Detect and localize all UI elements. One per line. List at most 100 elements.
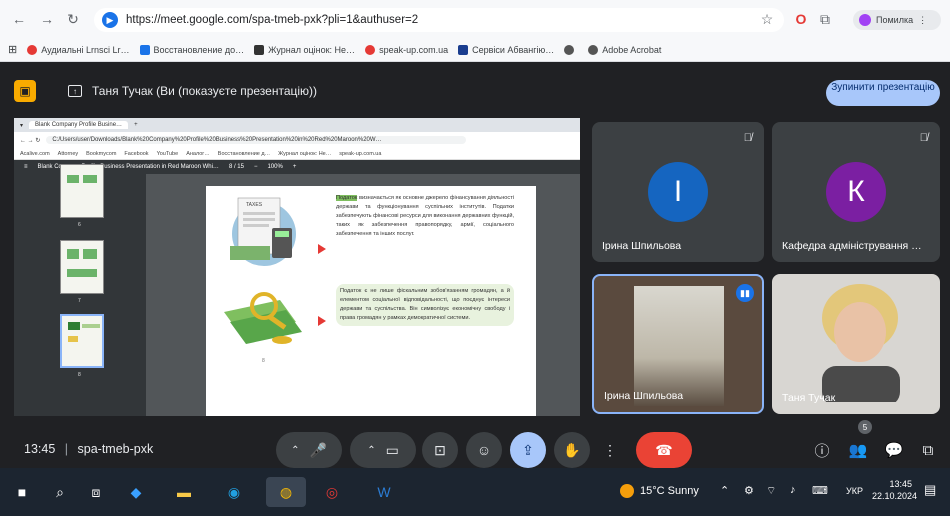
- thumbnail-number: 6: [78, 222, 81, 228]
- clock-date: 22.10.2024: [872, 491, 918, 501]
- raise-hand-button[interactable]: ✋: [554, 432, 590, 468]
- reload-icon[interactable]: ↻: [62, 8, 84, 30]
- file-explorer-icon[interactable]: ▬: [172, 480, 196, 504]
- inner-bookmark: Аналог…: [186, 150, 210, 157]
- thumbnail: [60, 240, 104, 294]
- participant-avatar: К: [826, 162, 886, 222]
- thumbnail-number: 7: [78, 298, 81, 304]
- participant-tile-self[interactable]: Таня Тучак: [772, 274, 940, 414]
- widgets-icon[interactable]: ◆: [124, 480, 148, 504]
- pdf-menu-icon: ≡: [24, 164, 28, 170]
- url-bar[interactable]: ▶ https://meet.google.com/spa-tmeb-pxk?p…: [94, 8, 784, 32]
- windows-taskbar: ■ ⌕ ⧈ ◆ ▬ ◉ ◍ ◎ W 15°C Sunny ⌃ ⚙ ⌔ ♪ ⌨ У…: [0, 468, 950, 516]
- presenter-title: Таня Тучак (Ви (показуєте презентацію)): [92, 84, 318, 98]
- clock[interactable]: 13:45 22.10.2024: [872, 478, 918, 502]
- bookmark-item[interactable]: Аудиальні Lrnsci Lr…: [27, 44, 130, 55]
- participant-tile[interactable]: 🎙̸ І Ірина Шпильова: [592, 122, 764, 262]
- notifications-icon[interactable]: ▤: [924, 482, 936, 498]
- pdf-zoom-out-icon: −: [253, 164, 258, 170]
- bookmark-item[interactable]: Журнал оцінок: Не…: [254, 44, 355, 55]
- tray-chevron-icon[interactable]: ⌃: [720, 484, 729, 497]
- meet-site-icon: ▶: [102, 12, 118, 28]
- volume-icon[interactable]: ♪: [790, 484, 796, 496]
- pdf-thumbnails: 6 7 8: [14, 164, 146, 416]
- back-icon[interactable]: ←: [8, 8, 30, 30]
- inner-nav-icons: ← → ↻: [20, 137, 41, 144]
- hand-icon: ✋: [563, 441, 581, 458]
- inner-tab: Blank Company Profile Busine…: [29, 121, 129, 129]
- bookmark-item[interactable]: speak-up.com.ua: [365, 44, 448, 55]
- thumbnail: [60, 164, 104, 218]
- captions-button[interactable]: ⊡: [422, 432, 458, 468]
- chrome-icon[interactable]: ◍: [266, 477, 306, 507]
- new-tab-icon: +: [134, 122, 138, 128]
- keyboard-icon[interactable]: ⌨: [812, 484, 828, 497]
- camera-button[interactable]: ⌃ ▭: [350, 432, 416, 468]
- separator: |: [64, 442, 69, 456]
- pdf-page-content: TAXES Податок визначається як основне дж…: [206, 186, 536, 416]
- presentation-icon: ▣: [14, 80, 36, 102]
- paragraph-2: Податок є не лише фіскальним зобов'язанн…: [336, 284, 514, 326]
- apps-icon[interactable]: ⊞: [8, 43, 17, 56]
- tray-app-icon[interactable]: ⚙: [744, 484, 754, 497]
- bookmark-item[interactable]: Восстановление до…: [139, 44, 244, 55]
- word-icon[interactable]: W: [372, 480, 396, 504]
- chat-icon[interactable]: 💬: [882, 438, 906, 462]
- search-icon[interactable]: ⌕: [48, 480, 72, 504]
- mic-icon: 🎤: [309, 441, 327, 458]
- participant-tile-speaking[interactable]: ▮▮ Ірина Шпильова: [592, 274, 764, 414]
- opera-icon[interactable]: ◎: [320, 480, 344, 504]
- presentation-bar: ▣ ↑ Таня Тучак (Ви (показуєте презентаці…: [14, 76, 946, 106]
- mic-button[interactable]: ⌃ 🎤: [276, 432, 342, 468]
- shared-screen: ▾ Blank Company Profile Busine… + ← → ↻ …: [14, 118, 580, 416]
- inner-bookmark: Bookmycom: [86, 150, 117, 157]
- meeting-time: 13:45: [24, 442, 56, 456]
- paragraph-1-text: визначається як основне джерело фінансув…: [336, 195, 515, 237]
- weather-text[interactable]: 15°C Sunny: [640, 485, 699, 497]
- inner-bookmarks: Acalive.com Attorney Bookmycom Facebook …: [14, 148, 580, 160]
- money-illustration: [224, 292, 302, 344]
- profile-button[interactable]: Помилка ⋮: [853, 10, 941, 30]
- forward-icon[interactable]: →: [36, 8, 58, 30]
- participant-name: Ірина Шпильова: [604, 390, 684, 402]
- muted-mic-icon: 🎙̸: [743, 132, 752, 144]
- task-view-icon[interactable]: ⧈: [84, 480, 108, 504]
- edge-icon[interactable]: ◉: [222, 480, 246, 504]
- reactions-button[interactable]: ☺: [466, 432, 502, 468]
- bookmark-item[interactable]: [564, 44, 578, 55]
- extensions-icon[interactable]: ⧉: [814, 8, 836, 30]
- more-options-button[interactable]: ⋮: [598, 432, 622, 468]
- bookmark-item[interactable]: Adobe Acrobat: [588, 44, 661, 55]
- pdf-page: 8 / 15: [228, 164, 244, 170]
- inner-bookmark: Attorney: [57, 150, 79, 157]
- people-icon[interactable]: 👥: [846, 438, 870, 462]
- pdf-viewer: 6 7 8 TAXES Податок визначається як осно…: [14, 164, 580, 416]
- presenter-info: ↑ Таня Тучак (Ви (показуєте презентацію)…: [68, 76, 317, 106]
- inner-address-row: ← → ↻ C:/Users/user/Downloads/Blank%20Co…: [14, 132, 580, 148]
- pdf-zoom-in-icon: +: [292, 164, 297, 170]
- meeting-code: spa-tmeb-pxk: [77, 442, 154, 456]
- clock-time: 13:45: [889, 479, 912, 489]
- url-text: https://meet.google.com/spa-tmeb-pxk?pli…: [126, 14, 419, 26]
- activities-icon[interactable]: ⧉: [916, 438, 940, 462]
- meeting-controls: 13:45 | spa-tmeb-pxk ⌃ 🎤 ⌃ ▭ ⊡ ☺ ⇪ ✋ ⋮ ☎ ⓘ…: [0, 420, 950, 468]
- thumbnail-number: 8: [78, 372, 81, 378]
- stop-presenting-button[interactable]: Зупинити презентацію: [826, 80, 940, 106]
- present-button[interactable]: ⇪: [510, 432, 546, 468]
- language-indicator[interactable]: УКР: [846, 486, 863, 496]
- chevron-up-icon: ⌃: [291, 444, 300, 456]
- network-icon[interactable]: ⌔: [766, 484, 776, 498]
- pdf-zoom: 100%: [267, 164, 283, 170]
- participant-tile[interactable]: 🎙̸ К Кафедра адміністрування …: [772, 122, 940, 262]
- opera-extension-icon[interactable]: O: [790, 8, 812, 30]
- bookmark-item[interactable]: Сервіси Абвангію…: [458, 44, 554, 55]
- camera-feed: [634, 286, 724, 406]
- info-icon[interactable]: ⓘ: [810, 438, 834, 462]
- leave-call-button[interactable]: ☎: [636, 432, 692, 468]
- bookmark-star-icon[interactable]: ☆: [756, 8, 778, 30]
- start-icon[interactable]: ■: [10, 480, 34, 504]
- bullet-arrow-icon: [318, 316, 326, 326]
- emoji-icon: ☺: [476, 442, 492, 458]
- inner-bookmark: Acalive.com: [20, 150, 50, 157]
- hangup-icon: ☎: [655, 441, 673, 458]
